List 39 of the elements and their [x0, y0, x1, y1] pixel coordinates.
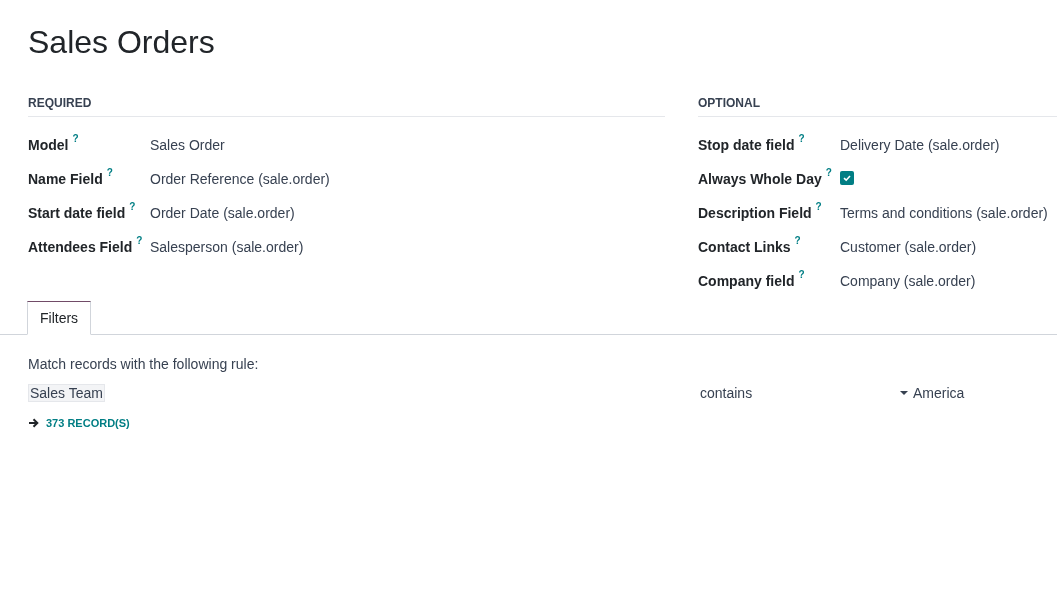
records-link[interactable]: 373 RECORD(S): [28, 415, 1057, 432]
field-label: Company field: [698, 272, 795, 291]
field-value: Delivery Date (sale.order): [840, 136, 1000, 155]
help-mark[interactable]: ?: [825, 165, 832, 180]
help-mark[interactable]: ?: [136, 233, 143, 248]
filter-field[interactable]: Sales Team: [28, 381, 700, 405]
help-mark[interactable]: ?: [106, 165, 113, 180]
field-label: Always Whole Day: [698, 170, 822, 189]
caret-icon: [900, 390, 908, 396]
field-label: Attendees Field: [28, 238, 133, 257]
help-mark[interactable]: ?: [129, 199, 136, 214]
filter-description: Match records with the following rule:: [28, 355, 260, 374]
check-icon: [842, 173, 852, 183]
help-mark[interactable]: ?: [815, 199, 822, 214]
field-value: Salesperson (sale.order): [150, 238, 304, 257]
field-label: Stop date field: [698, 136, 795, 155]
field-value: Order Reference (sale.order): [150, 170, 330, 189]
filter-operator[interactable]: contains: [700, 382, 900, 404]
filter-value[interactable]: America: [900, 382, 965, 404]
tab[interactable]: Filters: [27, 301, 92, 335]
field-label: Contact Links: [698, 238, 791, 257]
help-mark[interactable]: ?: [72, 131, 79, 146]
field-label: Model: [28, 136, 69, 155]
field-value: Sales Order: [150, 136, 225, 155]
field-label: Description Field: [698, 204, 812, 223]
section-heading: OPTIONAL: [698, 96, 760, 110]
help-mark[interactable]: ?: [794, 233, 801, 248]
help-mark[interactable]: ?: [798, 267, 805, 282]
checkbox[interactable]: [840, 171, 854, 185]
field-value: Company (sale.order): [840, 272, 976, 291]
field-value: Order Date (sale.order): [150, 204, 295, 223]
page-title: Sales Orders: [28, 23, 216, 62]
field-label: Start date field: [28, 204, 126, 223]
field-value: Terms and conditions (sale.order): [840, 204, 1048, 223]
field-label: Name Field: [28, 170, 103, 189]
help-mark[interactable]: ?: [798, 131, 805, 146]
field-value: Customer (sale.order): [840, 238, 977, 257]
section-heading: REQUIRED: [28, 96, 92, 110]
arrow-right-icon: [28, 418, 39, 429]
